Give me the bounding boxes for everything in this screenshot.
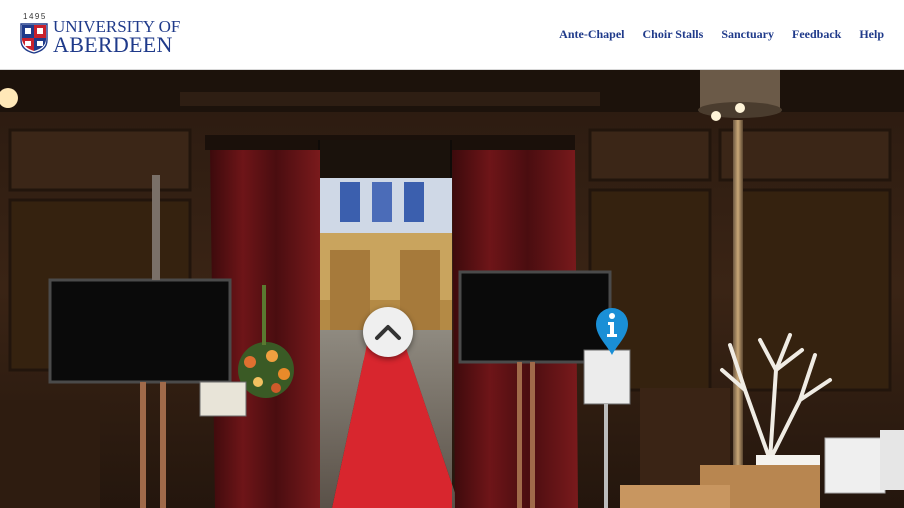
chapel-scene — [0, 70, 904, 508]
crest-icon — [20, 23, 48, 54]
main-nav: Ante-Chapel Choir Stalls Sanctuary Feedb… — [559, 27, 884, 42]
site-header: 1495 UNIVERSITY OF ABERDEEN Ante-Chapel … — [0, 0, 904, 70]
nav-choir-stalls[interactable]: Choir Stalls — [643, 27, 704, 42]
university-logo[interactable]: 1495 UNIVERSITY OF ABERDEEN — [20, 12, 180, 58]
nav-sanctuary[interactable]: Sanctuary — [721, 27, 774, 42]
logo-text-line2: ABERDEEN — [53, 32, 173, 57]
panorama-viewer[interactable] — [0, 70, 904, 508]
info-pin-icon[interactable] — [595, 307, 629, 357]
nav-ante-chapel[interactable]: Ante-Chapel — [559, 27, 624, 42]
nav-help[interactable]: Help — [859, 27, 884, 42]
nav-feedback[interactable]: Feedback — [792, 27, 841, 42]
move-forward-button[interactable] — [363, 307, 413, 357]
chevron-up-icon — [375, 325, 401, 340]
logo-year: 1495 — [23, 12, 47, 21]
